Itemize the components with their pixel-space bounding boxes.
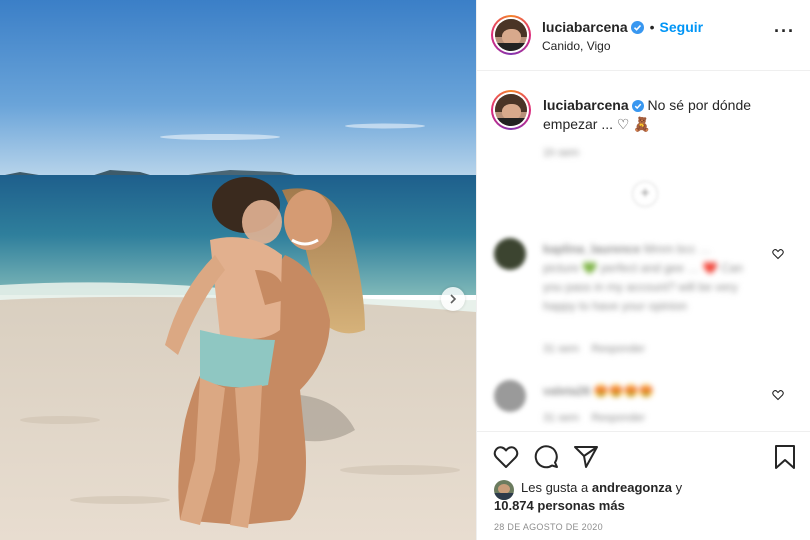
reply-button[interactable]: Responder [591, 343, 645, 355]
reply-button[interactable]: Responder [591, 412, 645, 424]
load-more-comments-icon[interactable]: + [632, 181, 658, 207]
comment-time: 31 sem [543, 412, 580, 424]
save-icon[interactable] [773, 444, 797, 470]
caption-avatar[interactable] [491, 90, 531, 130]
post-photo[interactable] [0, 0, 476, 540]
comment-item: valeta26 😍😍😍😍 [543, 382, 743, 401]
comment-meta: 31 sem Responder [543, 343, 645, 355]
caption: luciabarcena No sé por dónde empezar ...… [543, 96, 793, 134]
post-actions: Les gusta a andreagonza y 10.874 persona… [477, 431, 810, 540]
comment-icon[interactable] [533, 444, 559, 470]
comment-item: kaplina_laurence Mmm bcc … picture 💚 per… [543, 240, 743, 316]
post-details-panel: luciabarcena • Seguir Canido, Vigo ··· luc… [476, 0, 810, 540]
next-photo-button[interactable] [441, 287, 465, 311]
comment-meta: 31 sem Responder [543, 412, 645, 424]
comment-avatar[interactable] [494, 238, 526, 270]
comment-text: 😍😍😍😍 [593, 384, 654, 398]
comment-username[interactable]: kaplina_laurence [543, 242, 640, 256]
post-location[interactable]: Canido, Vigo [542, 39, 611, 53]
comment-like-icon[interactable] [772, 248, 784, 260]
like-icon[interactable] [493, 445, 519, 469]
caption-username[interactable]: luciabarcena [543, 97, 629, 113]
caption-time: 1h sem [543, 147, 580, 159]
beach-photo-illustration [0, 0, 476, 540]
comment-time: 31 sem [543, 343, 580, 355]
author-username[interactable]: luciabarcena [542, 19, 628, 35]
more-options-icon[interactable]: ··· [774, 22, 795, 40]
comment-like-icon[interactable] [772, 389, 784, 401]
share-icon[interactable] [573, 444, 599, 470]
verified-badge-icon [631, 100, 644, 112]
follow-button[interactable]: Seguir [660, 19, 704, 35]
likes-connector: y [675, 480, 683, 495]
next-photo-icon [450, 294, 457, 304]
comment-username[interactable]: valeta26 [543, 384, 590, 398]
likes-summary: Les gusta a andreagonza y 10.874 persona… [494, 479, 682, 515]
verified-badge-icon [630, 21, 644, 34]
comment-avatar[interactable] [494, 380, 526, 412]
likes-prefix: Les gusta a [521, 480, 589, 495]
likes-count-link[interactable]: 10.874 personas más [494, 498, 625, 513]
author-avatar[interactable] [491, 15, 531, 55]
liker-username[interactable]: andreagonza [592, 480, 672, 495]
post-date[interactable]: 28 DE AGOSTO DE 2020 [494, 522, 603, 532]
post-header: luciabarcena • Seguir Canido, Vigo ··· [477, 0, 810, 71]
